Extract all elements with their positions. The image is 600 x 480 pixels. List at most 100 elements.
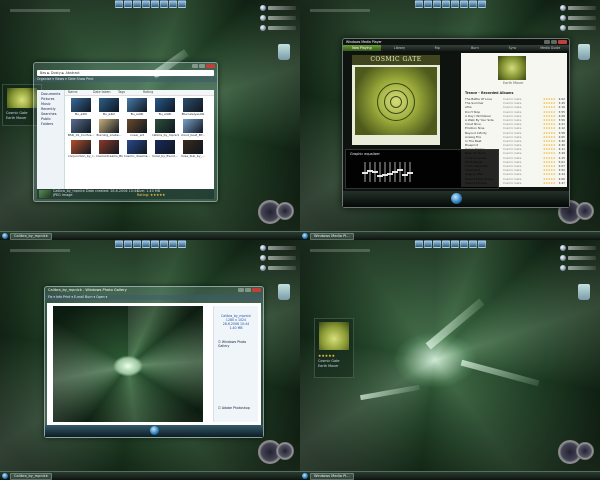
app-icon[interactable]	[159, 0, 168, 8]
gallery-toolbar[interactable]: Fix ▾ Info Print ▾ E-mail Burn ▾ Open ▾	[45, 295, 263, 300]
app-icon[interactable]	[459, 240, 468, 248]
thumbnail-item[interactable]: Blurcaleiyes4bl	[179, 98, 207, 116]
app-icon[interactable]	[114, 240, 123, 248]
app-icon[interactable]	[477, 240, 486, 248]
thumbnail-item[interactable]: Bu_a4l2	[95, 98, 123, 116]
eq-slider-knob[interactable]	[372, 171, 378, 173]
taskbar-button[interactable]: Calibra_by_mpnick	[10, 232, 52, 240]
widget-item[interactable]	[560, 244, 596, 251]
maximize-button[interactable]	[551, 40, 557, 44]
app-icon[interactable]	[168, 0, 177, 8]
app-icon[interactable]	[132, 0, 141, 8]
widget-item[interactable]	[260, 244, 296, 251]
column-header[interactable]: Tags	[115, 90, 140, 95]
address-bar[interactable]: Bas ► Dosty ► Abstract	[37, 70, 214, 76]
widget-item[interactable]	[560, 14, 596, 21]
app-icon[interactable]	[414, 0, 423, 8]
start-orb-icon[interactable]	[302, 233, 308, 239]
app-icon[interactable]	[432, 0, 441, 8]
recycle-bin-icon[interactable]	[278, 284, 290, 300]
thumbnail-item[interactable]: Crea_Sub_by_...	[179, 140, 207, 158]
app-icon[interactable]	[150, 0, 159, 8]
app-icon[interactable]	[459, 0, 468, 8]
start-orb-icon[interactable]	[302, 473, 308, 479]
thumbnail-item[interactable]: BSD_01_Confus...	[67, 119, 95, 137]
widget-item[interactable]	[260, 264, 296, 271]
recycle-bin-icon[interactable]	[578, 44, 590, 60]
eq-slider[interactable]	[367, 162, 373, 182]
app-icon[interactable]	[177, 240, 186, 248]
column-header[interactable]: Rating	[140, 90, 165, 95]
app-icon[interactable]	[468, 0, 477, 8]
column-header[interactable]: Date taken	[90, 90, 115, 95]
widget-item[interactable]	[560, 264, 596, 271]
maximize-button[interactable]	[245, 288, 251, 292]
app-icon[interactable]	[450, 0, 459, 8]
app-icon[interactable]	[432, 240, 441, 248]
play-button-icon[interactable]	[451, 193, 462, 204]
start-orb-icon[interactable]	[2, 473, 8, 479]
widget-item[interactable]	[560, 24, 596, 31]
eq-slider[interactable]	[382, 162, 388, 182]
thumbnail-item[interactable]: Calibra_by_mpnick	[151, 119, 179, 137]
eq-slider[interactable]	[392, 162, 398, 182]
tab-media-guide[interactable]: Media Guide	[531, 45, 569, 51]
close-button[interactable]	[252, 288, 261, 292]
eq-slider-knob[interactable]	[387, 172, 393, 175]
widget-item[interactable]	[260, 254, 296, 261]
minimize-button[interactable]	[192, 64, 198, 68]
photo-gallery-window[interactable]: Calibra_by_mpnick - Windows Photo Galler…	[44, 286, 264, 438]
slideshow-button-icon[interactable]	[150, 426, 159, 435]
widget-item[interactable]	[260, 4, 296, 11]
widget-item[interactable]	[260, 14, 296, 21]
start-orb-icon[interactable]	[2, 233, 8, 239]
thumbnail-item[interactable]: Burning_Arabe...	[95, 119, 123, 137]
close-button[interactable]	[206, 64, 215, 68]
taskbar-button[interactable]: Windows Media Pl...	[310, 472, 354, 480]
app-icon[interactable]	[468, 240, 477, 248]
app-icon[interactable]	[123, 240, 132, 248]
thumbnail-item[interactable]: Bu_a2l0	[67, 98, 95, 116]
app-icon[interactable]	[114, 0, 123, 8]
eq-slider-knob[interactable]	[362, 171, 368, 174]
eq-slider-knob[interactable]	[392, 171, 398, 173]
column-header[interactable]: Name	[65, 90, 90, 95]
app-icon[interactable]	[423, 0, 432, 8]
explorer-toolbar[interactable]: Organize ▾ Views ▾ Slide Show Print	[34, 77, 217, 82]
app-icon[interactable]	[414, 240, 423, 248]
thumbnail-item[interactable]: Bu_a4l4l	[151, 98, 179, 116]
thumbnail-item[interactable]: cloud_boat_BT...	[179, 119, 207, 137]
eq-slider[interactable]	[387, 162, 393, 182]
eq-slider[interactable]	[372, 162, 378, 182]
eq-slider[interactable]	[377, 162, 383, 182]
tab-sync[interactable]: Sync	[494, 45, 532, 51]
close-button[interactable]	[558, 40, 567, 44]
eq-slider[interactable]	[397, 162, 403, 182]
eq-slider[interactable]	[402, 162, 408, 182]
widget-item[interactable]	[560, 4, 596, 11]
eq-slider[interactable]	[362, 162, 368, 182]
thumbnail-item[interactable]: Cosmicdreams_Blu...	[95, 140, 123, 158]
thumbnail-item[interactable]: cover_art	[123, 119, 151, 137]
open-with-option[interactable]: ☑ Adobe Photoshop	[218, 406, 250, 410]
app-icon[interactable]	[441, 240, 450, 248]
eq-slider-knob[interactable]	[397, 169, 403, 172]
app-icon[interactable]	[450, 240, 459, 248]
tab-library[interactable]: Library	[381, 45, 419, 51]
minimize-button[interactable]	[238, 288, 244, 292]
widget-item[interactable]	[260, 24, 296, 31]
widget-item[interactable]	[560, 254, 596, 261]
app-icon[interactable]	[141, 0, 150, 8]
app-icon[interactable]	[132, 240, 141, 248]
eq-slider[interactable]	[407, 162, 413, 182]
app-icon[interactable]	[150, 240, 159, 248]
taskbar-button[interactable]: Windows Media Pl...	[310, 232, 354, 240]
app-icon[interactable]	[141, 240, 150, 248]
maximize-button[interactable]	[199, 64, 205, 68]
app-icon[interactable]	[168, 240, 177, 248]
rating-stars[interactable]: ★★★★★	[318, 353, 335, 358]
eq-slider-knob[interactable]	[402, 173, 408, 176]
open-with-option[interactable]: ☑ Windows Photo Gallery	[218, 340, 258, 348]
eq-slider-knob[interactable]	[407, 171, 413, 174]
tab-burn[interactable]: Burn	[456, 45, 494, 51]
